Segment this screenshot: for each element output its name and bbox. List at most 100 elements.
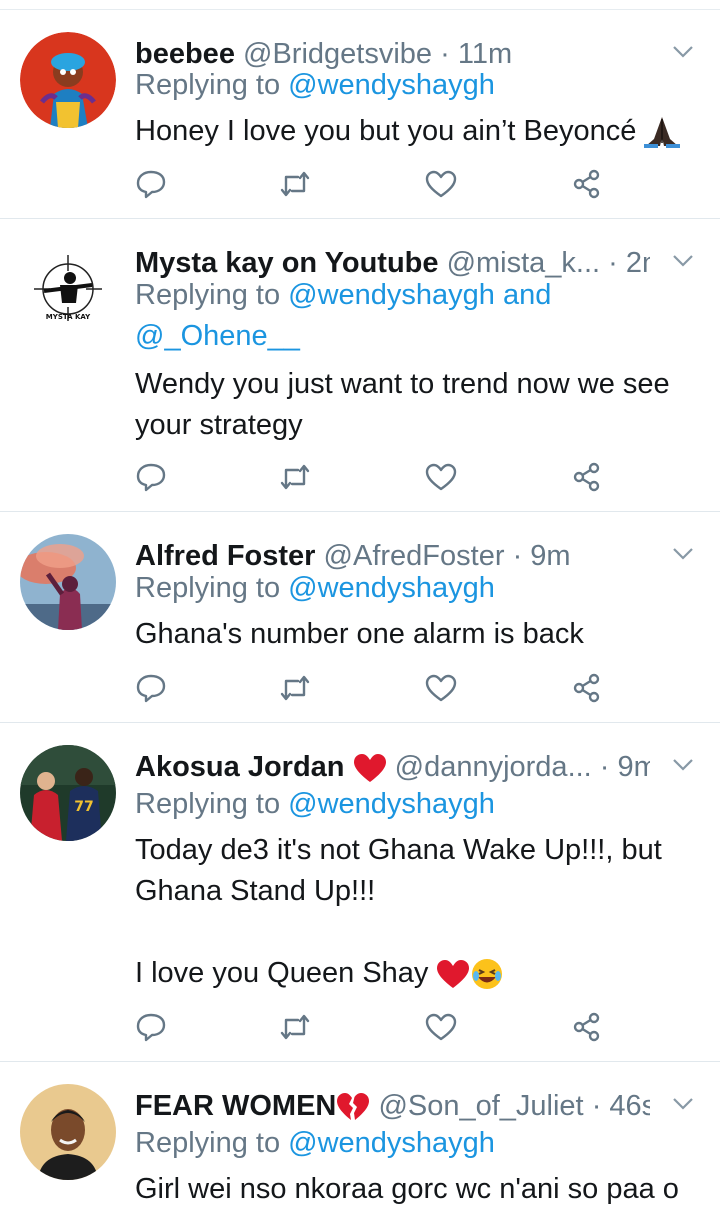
tweet-text-line: Ghana's number one alarm is back (135, 618, 584, 650)
chevron-down-icon[interactable] (672, 757, 694, 773)
tweet-1[interactable]: beebee @Bridgetsvibe · 11m Replying to @… (0, 10, 720, 219)
chevron-down-icon[interactable] (672, 1096, 694, 1112)
retweet-button[interactable] (279, 168, 311, 200)
tweet-3[interactable]: Alfred Foster @AfredFoster · 9m Replying… (0, 512, 720, 723)
replying-to: Replying to @wendyshaygh (135, 568, 690, 609)
separator: · (591, 1090, 602, 1122)
tweet-text-line: Ghana Stand Up!!! (135, 875, 376, 907)
like-button[interactable] (425, 672, 457, 704)
share-button[interactable] (571, 168, 603, 200)
share-button[interactable] (571, 672, 603, 704)
tweet-text-line: Today de3 it's not Ghana Wake Up!!!, but (135, 834, 662, 866)
retweet-button[interactable] (279, 672, 311, 704)
mention-link[interactable]: @wendyshaygh (288, 1127, 495, 1159)
mention-link[interactable]: @wendyshaygh (288, 69, 495, 101)
tweet-text: Honey I love you but you ain’t Beyoncé (135, 111, 690, 152)
author-name[interactable]: Akosua Jordan (135, 751, 345, 783)
mysta-kay-logo-icon: MYSTA KAY (34, 255, 102, 321)
share-icon (573, 462, 600, 492)
separator: · (599, 751, 610, 783)
tweet-2[interactable]: MYSTA KAY Mysta kay on Youtube @mista_k.… (0, 219, 720, 512)
share-button[interactable] (571, 1011, 603, 1043)
red-heart-emoji-icon (353, 754, 386, 783)
action-bar (135, 1011, 605, 1043)
like-button[interactable] (425, 1011, 457, 1043)
tweet-header: Akosua Jordan @dannyjorda... · 9m (135, 749, 650, 785)
tweet-4[interactable]: 77 Akosua Jordan @dannyjorda... · 9m Rep… (0, 723, 720, 1062)
replying-to: Replying to @wendyshaygh (135, 784, 690, 825)
smoke-flare-photo-icon (20, 534, 116, 630)
like-button[interactable] (425, 461, 457, 493)
tweet-text: Today de3 it's not Ghana Wake Up!!!, but… (135, 830, 690, 994)
avatar[interactable]: 77 (20, 745, 116, 841)
mention-link[interactable]: @wendyshaygh and (288, 279, 551, 311)
tweet-text-fragment: I love you Queen Shay (135, 957, 429, 989)
share-button[interactable] (571, 461, 603, 493)
chevron-down-icon[interactable] (672, 546, 694, 562)
avatar-caption: MYSTA KAY (46, 313, 91, 321)
red-heart-emoji-icon (437, 960, 470, 989)
like-button[interactable] (425, 168, 457, 200)
cartoon-avatar-icon (20, 32, 116, 128)
like-icon (425, 170, 457, 198)
replying-to: Replying to @wendyshaygh and @_Ohene__ (135, 275, 690, 357)
replying-to-label: Replying to (135, 788, 281, 820)
reply-icon (136, 463, 166, 492)
mention-link[interactable]: @wendyshaygh (288, 788, 495, 820)
retweet-icon (280, 464, 310, 490)
avatar[interactable]: MYSTA KAY (20, 241, 116, 337)
retweet-icon (280, 1014, 310, 1040)
action-bar (135, 461, 605, 493)
share-icon (573, 169, 600, 199)
share-icon (573, 1012, 600, 1042)
replying-to-label: Replying to (135, 69, 281, 101)
retweet-button[interactable] (279, 461, 311, 493)
tweet-text: Ghana's number one alarm is back (135, 614, 690, 655)
reply-icon (136, 1013, 166, 1042)
tweet-text-line: Honey I love you but you ain’t Beyoncé (135, 115, 637, 147)
replying-to-label: Replying to (135, 279, 281, 311)
chevron-down-icon[interactable] (672, 253, 694, 269)
timestamp[interactable]: 46s (609, 1090, 650, 1122)
author-handle[interactable]: @dannyjorda... (395, 751, 592, 783)
author-handle[interactable]: @Son_of_Juliet (378, 1090, 583, 1122)
reply-button[interactable] (135, 1011, 167, 1043)
jersey-number: 77 (74, 799, 93, 815)
retweet-button[interactable] (279, 1011, 311, 1043)
tweet-text: Girl wei nso nkoraa gorc wc n'ani so paa… (135, 1169, 690, 1210)
tweet-text-line (135, 912, 690, 953)
tweet-header: FEAR WOMEN @Son_of_Juliet · 46s (135, 1088, 650, 1124)
reply-button[interactable] (135, 168, 167, 200)
laughing-tears-emoji-icon (472, 959, 503, 990)
reply-button[interactable] (135, 461, 167, 493)
reply-icon (136, 170, 166, 199)
action-bar (135, 168, 605, 200)
share-icon (573, 673, 600, 703)
tweet-text-line: your strategy (135, 409, 303, 441)
reply-icon (136, 674, 166, 703)
chevron-down-icon[interactable] (672, 44, 694, 60)
mention-link[interactable]: @wendyshaygh (288, 572, 495, 604)
avatar[interactable] (20, 32, 116, 128)
top-divider (0, 0, 720, 10)
like-icon (425, 463, 457, 491)
replying-to-label: Replying to (135, 1127, 281, 1159)
folded-hands-emoji-icon (644, 117, 681, 149)
tweet-text: Wendy you just want to trend now we see … (135, 364, 690, 446)
tweet-text-line: Girl wei nso nkoraa gorc wc n'ani so paa… (135, 1173, 679, 1205)
broken-heart-emoji-icon (337, 1093, 370, 1121)
tweet-text-line: I love you Queen Shay (135, 953, 690, 994)
reply-button[interactable] (135, 672, 167, 704)
tweet-text-line: Wendy you just want to trend now we see (135, 368, 670, 400)
tweet-5[interactable]: FEAR WOMEN @Son_of_Juliet · 46s Replying… (0, 1062, 720, 1229)
mention-link[interactable]: @_Ohene__ (135, 320, 300, 352)
like-icon (425, 1013, 457, 1041)
replying-to: Replying to @wendyshaygh (135, 65, 690, 106)
like-icon (425, 674, 457, 702)
author-name[interactable]: FEAR WOMEN (135, 1090, 336, 1122)
timestamp[interactable]: 9m (618, 751, 650, 783)
avatar[interactable] (20, 1084, 116, 1180)
avatar[interactable] (20, 534, 116, 630)
retweet-icon (280, 171, 310, 197)
portrait-photo-icon (20, 1084, 116, 1180)
